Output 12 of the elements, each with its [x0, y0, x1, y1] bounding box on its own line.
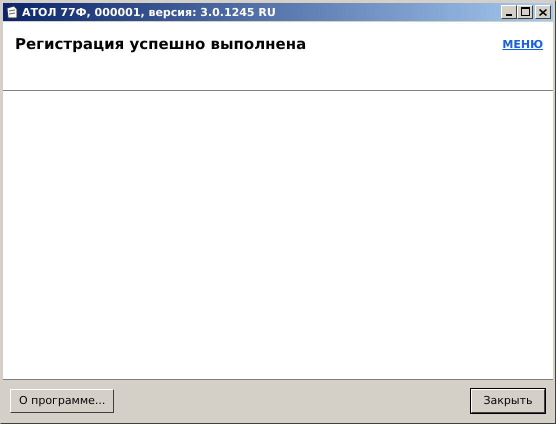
maximize-icon [520, 7, 530, 16]
minimize-icon [506, 14, 512, 16]
close-button[interactable] [535, 5, 551, 19]
window-title: АТОЛ 77Ф, 000001, версия: 3.0.1245 RU [22, 6, 277, 18]
about-button[interactable]: О программе... [10, 388, 114, 412]
document-icon [6, 5, 18, 19]
page-heading: Регистрация успешно выполнена [15, 35, 306, 53]
close-icon [539, 8, 547, 16]
close-dialog-button[interactable]: Закрыть [471, 388, 545, 412]
maximize-button[interactable] [517, 5, 533, 19]
minimize-button[interactable] [501, 5, 517, 19]
menu-link[interactable]: МЕНЮ [502, 38, 543, 51]
